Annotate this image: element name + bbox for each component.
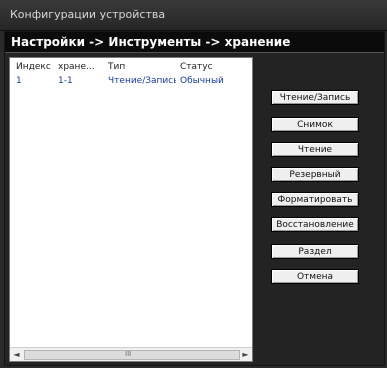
read-write-button[interactable]: Чтение/Запись (271, 90, 359, 105)
content-area: Настройки -> Инструменты -> хранение Инд… (4, 31, 385, 366)
list-header: Индекс хране... Тип Статус (10, 62, 252, 74)
column-header-status[interactable]: Статус (180, 62, 230, 72)
grip-icon: III (125, 350, 132, 358)
row-type: Чтение/Запись (108, 76, 176, 86)
read-button[interactable]: Чтение (271, 142, 359, 157)
scroll-thumb[interactable]: III (24, 350, 240, 360)
title-bar: Конфигурации устройства (0, 0, 387, 31)
storage-list[interactable]: Индекс хране... Тип Статус 1 1-1 Чтение/… (9, 57, 253, 362)
restore-button[interactable]: Восстановление (271, 217, 359, 232)
window-title: Конфигурации устройства (10, 8, 166, 21)
row-index: 1 (16, 76, 22, 86)
breadcrumb-text: Настройки -> Инструменты -> хранение (11, 35, 291, 49)
scroll-right-icon[interactable]: ► (239, 348, 252, 361)
format-button[interactable]: Форматировать (271, 192, 359, 207)
reserve-button[interactable]: Резервный (271, 167, 359, 182)
snapshot-button[interactable]: Снимок (271, 117, 359, 132)
row-storage: 1-1 (58, 76, 73, 86)
breadcrumb: Настройки -> Инструменты -> хранение (5, 32, 384, 53)
scroll-left-icon[interactable]: ◄ (10, 348, 23, 361)
row-status: Обычный (180, 76, 224, 86)
column-header-storage[interactable]: хране... (58, 62, 96, 72)
partition-button[interactable]: Раздел (271, 244, 359, 259)
device-config-window: Конфигурации устройства Настройки -> Инс… (0, 0, 387, 368)
column-header-type[interactable]: Тип (108, 62, 166, 72)
cancel-button[interactable]: Отмена (271, 269, 359, 284)
horizontal-scrollbar[interactable]: ◄ III ► (10, 347, 252, 361)
column-header-index[interactable]: Индекс (16, 62, 52, 72)
table-row[interactable]: 1 1-1 Чтение/Запись Обычный (10, 76, 252, 88)
